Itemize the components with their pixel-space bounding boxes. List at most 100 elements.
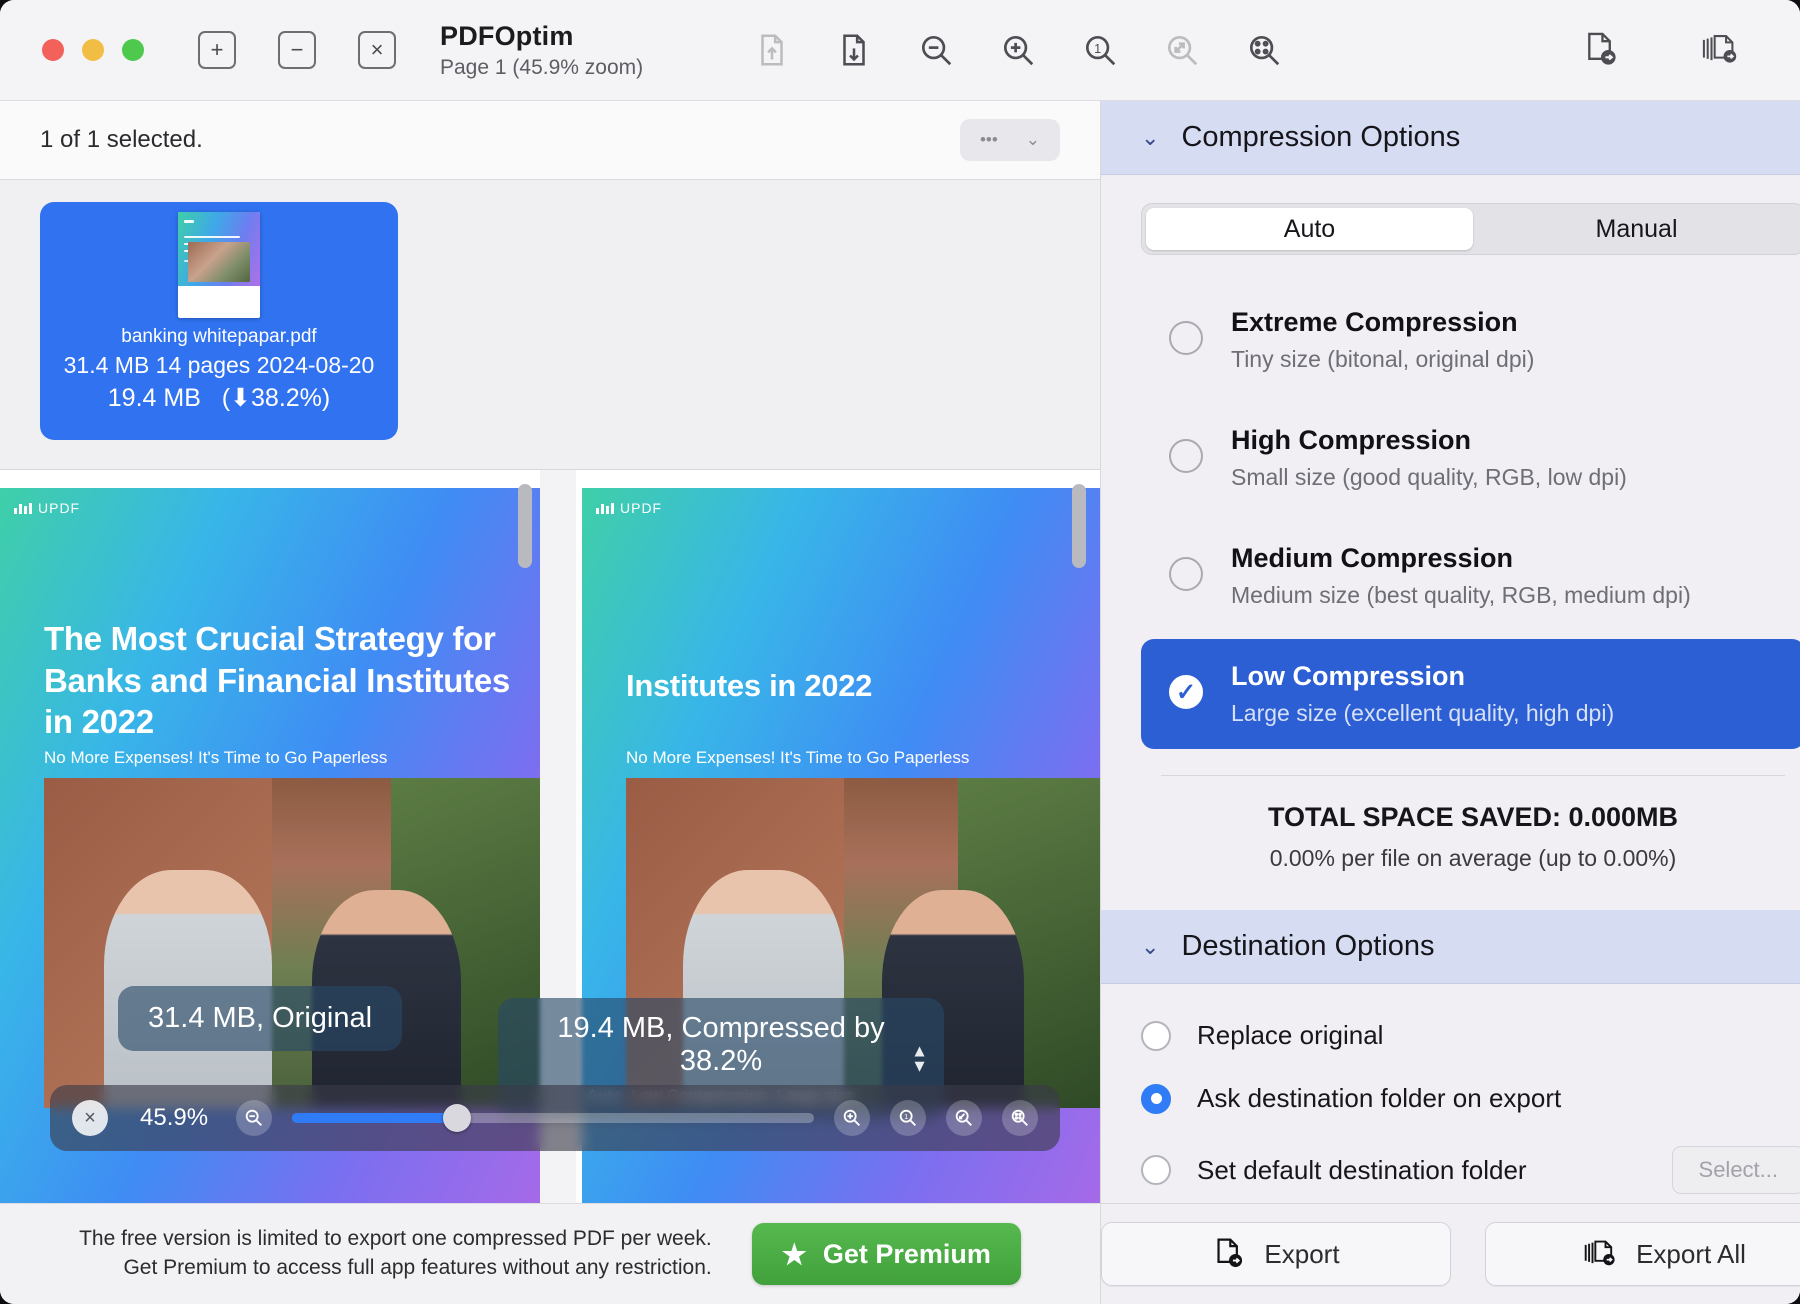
app-title: PDFOptim bbox=[440, 20, 574, 51]
left-pane: 1 of 1 selected. ••• ⌄ banking whitepapa… bbox=[0, 101, 1101, 1304]
radio-medium[interactable] bbox=[1169, 557, 1203, 591]
total-space-saved: TOTAL SPACE SAVED: 0.000MB bbox=[1267, 802, 1679, 832]
close-icon: × bbox=[84, 1106, 96, 1129]
radio-low[interactable]: ✓ bbox=[1169, 675, 1203, 709]
close-window-button[interactable] bbox=[42, 39, 64, 61]
updf-watermark-compressed: UPDF bbox=[596, 500, 662, 516]
tab-manual[interactable]: Manual bbox=[1473, 208, 1800, 250]
pdf-headline-compressed: Institutes in 2022 bbox=[626, 668, 873, 703]
updf-watermark: UPDF bbox=[14, 500, 80, 516]
compression-level-high[interactable]: High Compression Small size (good qualit… bbox=[1141, 403, 1800, 513]
zoom-fit-icon[interactable] bbox=[1163, 31, 1201, 69]
radio-high[interactable] bbox=[1169, 439, 1203, 473]
hud-zoom-selection-button[interactable] bbox=[1002, 1100, 1038, 1136]
export-label: Export bbox=[1264, 1238, 1340, 1269]
destination-ask-folder[interactable]: Ask destination folder on export bbox=[1141, 1083, 1800, 1114]
destination-replace-original[interactable]: Replace original bbox=[1141, 1020, 1800, 1051]
hud-zoom-fit-button[interactable] bbox=[946, 1100, 982, 1136]
minimize-window-button[interactable] bbox=[82, 39, 104, 61]
pdf-photo-original bbox=[44, 778, 540, 1108]
replace-original-label: Replace original bbox=[1197, 1020, 1384, 1050]
traffic-lights bbox=[42, 39, 144, 61]
list-options-menu[interactable]: ••• ⌄ bbox=[960, 119, 1060, 161]
export-icon[interactable] bbox=[1582, 31, 1620, 69]
preview-area: UPDF The Most Crucial Strategy for Banks… bbox=[0, 470, 1100, 1203]
compression-level-low[interactable]: ✓ Low Compression Large size (excellent … bbox=[1141, 639, 1800, 749]
selection-bar: 1 of 1 selected. ••• ⌄ bbox=[0, 101, 1100, 180]
remove-file-button[interactable]: − bbox=[278, 31, 316, 69]
star-icon: ★ bbox=[781, 1238, 807, 1270]
chevron-down-icon: ⌄ bbox=[1025, 130, 1041, 149]
hud-zoom-out-button[interactable] bbox=[236, 1100, 272, 1136]
export-all-icon[interactable] bbox=[1702, 31, 1740, 69]
compression-options-header[interactable]: ⌄ Compression Options bbox=[1101, 101, 1800, 175]
file-result: 19.4 MB (⬇︎38.2%) bbox=[108, 383, 330, 413]
selection-status: 1 of 1 selected. bbox=[40, 126, 203, 153]
zoom-selection-icon[interactable] bbox=[1245, 31, 1283, 69]
low-title: Low Compression bbox=[1231, 661, 1466, 691]
clear-list-button[interactable]: × bbox=[358, 31, 396, 69]
destination-options-body: Replace original Ask destination folder … bbox=[1101, 984, 1800, 1194]
zoom-slider-handle[interactable] bbox=[443, 1104, 472, 1132]
radio-extreme[interactable] bbox=[1169, 321, 1203, 355]
next-page-icon[interactable] bbox=[835, 31, 873, 69]
add-files-button[interactable]: + bbox=[198, 31, 236, 69]
pdf-headline-original: The Most Crucial Strategy for Banks and … bbox=[44, 620, 510, 741]
file-strip: banking whitepapar.pdf 31.4 MB 14 pages … bbox=[0, 180, 1100, 470]
zoom-in-icon[interactable] bbox=[999, 31, 1037, 69]
export-all-button[interactable]: Export All bbox=[1485, 1222, 1800, 1286]
radio-default-folder[interactable] bbox=[1141, 1155, 1171, 1185]
ask-folder-label: Ask destination folder on export bbox=[1197, 1083, 1562, 1113]
file-actions-group: + − × bbox=[198, 31, 396, 69]
get-premium-button[interactable]: ★ Get Premium bbox=[751, 1223, 1021, 1285]
export-bar: Export Export All bbox=[1101, 1203, 1800, 1304]
promo-line-1: The free version is limited to export on… bbox=[79, 1227, 712, 1251]
title-bar: + − × PDFOptim Page 1 (45.9% zoom) 1 bbox=[0, 0, 1800, 101]
zoom-actual-size-icon[interactable]: 1 bbox=[1081, 31, 1119, 69]
export-icon bbox=[1217, 1238, 1243, 1268]
main-body: 1 of 1 selected. ••• ⌄ banking whitepapa… bbox=[0, 101, 1800, 1304]
compression-options-title: Compression Options bbox=[1181, 121, 1461, 153]
radio-replace-original[interactable] bbox=[1141, 1020, 1171, 1051]
close-icon: × bbox=[370, 37, 384, 62]
compression-level-medium[interactable]: Medium Compression Medium size (best qua… bbox=[1141, 521, 1800, 631]
chevron-down-icon: ⌄ bbox=[1141, 124, 1160, 150]
get-premium-label: Get Premium bbox=[822, 1238, 991, 1269]
pdf-subhead-original: No More Expenses! It's Time to Go Paperl… bbox=[44, 748, 388, 767]
plus-icon: + bbox=[210, 37, 224, 62]
updf-watermark-text: UPDF bbox=[38, 500, 81, 516]
maximize-window-button[interactable] bbox=[122, 39, 144, 61]
file-result-size: 19.4 MB bbox=[107, 384, 201, 412]
hud-right-buttons: 1 bbox=[834, 1100, 1038, 1136]
file-result-delta: (⬇︎38.2%) bbox=[221, 384, 331, 412]
export-button[interactable]: Export bbox=[1101, 1222, 1451, 1286]
zoom-out-icon[interactable] bbox=[917, 31, 955, 69]
page-zoom-subtitle: Page 1 (45.9% zoom) bbox=[440, 55, 644, 79]
preset-stepper[interactable]: ▲ ▼ bbox=[911, 1043, 928, 1075]
hud-zoom-actual-size-button[interactable]: 1 bbox=[890, 1100, 926, 1136]
total-saved-block: TOTAL SPACE SAVED: 0.000MB 0.00% per fil… bbox=[1141, 776, 1800, 900]
medium-subtitle: Medium size (best quality, RGB, medium d… bbox=[1231, 582, 1691, 608]
promo-text: The free version is limited to export on… bbox=[79, 1225, 712, 1283]
low-subtitle: Large size (excellent quality, high dpi) bbox=[1231, 700, 1615, 726]
destination-options-header[interactable]: ⌄ Destination Options bbox=[1101, 910, 1800, 984]
preview-scrollbar-original[interactable] bbox=[518, 484, 532, 568]
high-title: High Compression bbox=[1231, 425, 1472, 455]
radio-ask-folder[interactable] bbox=[1141, 1083, 1171, 1114]
destination-default-folder[interactable]: Set default destination folder Select... bbox=[1141, 1146, 1800, 1194]
select-folder-button[interactable]: Select... bbox=[1671, 1146, 1800, 1194]
app-window: + − × PDFOptim Page 1 (45.9% zoom) 1 1 o… bbox=[0, 0, 1800, 1304]
previous-page-icon[interactable] bbox=[753, 31, 791, 69]
hud-zoom-in-button[interactable] bbox=[834, 1100, 870, 1136]
zoom-level-value: 45.9% bbox=[140, 1104, 209, 1131]
file-card[interactable]: banking whitepapar.pdf 31.4 MB 14 pages … bbox=[40, 202, 398, 440]
file-thumbnail bbox=[178, 212, 260, 318]
tab-auto[interactable]: Auto bbox=[1146, 208, 1473, 250]
zoom-slider[interactable] bbox=[292, 1104, 814, 1132]
promo-bar: The free version is limited to export on… bbox=[0, 1203, 1100, 1304]
preview-scrollbar-compressed[interactable] bbox=[1072, 484, 1086, 568]
close-hud-button[interactable]: × bbox=[72, 1100, 108, 1136]
destination-options-title: Destination Options bbox=[1181, 930, 1435, 962]
toolbar-export-group bbox=[1582, 31, 1740, 69]
compression-level-extreme[interactable]: Extreme Compression Tiny size (bitonal, … bbox=[1141, 285, 1800, 395]
